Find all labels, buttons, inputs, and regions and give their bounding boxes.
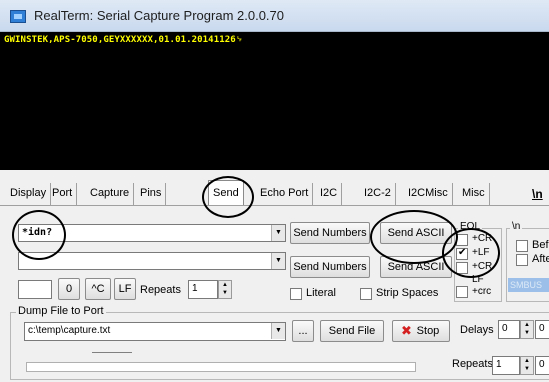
- close-icon: ✖: [401, 323, 412, 338]
- title-bar: RealTerm: Serial Capture Program 2.0.0.7…: [0, 0, 549, 32]
- delays-input[interactable]: 0: [498, 320, 520, 339]
- tab-divider: [0, 205, 549, 206]
- lf-button[interactable]: LF: [114, 278, 136, 300]
- tab-i2c-2[interactable]: I2C-2: [360, 183, 396, 205]
- app-icon: [10, 10, 26, 23]
- tab-i2c[interactable]: I2C: [316, 183, 343, 205]
- dump-file-combo[interactable]: c:\temp\capture.txt ▼: [24, 322, 286, 341]
- dump-repeats-label: Repeats: [452, 358, 493, 370]
- before-checkbox[interactable]: [516, 240, 528, 252]
- tab-misc[interactable]: Misc: [458, 183, 490, 205]
- repeats-label: Repeats: [140, 284, 181, 296]
- send-ascii-button-1[interactable]: Send ASCII: [380, 222, 452, 244]
- stop-button[interactable]: ✖ Stop: [392, 320, 450, 342]
- eol-lf2-label: LF: [472, 274, 484, 285]
- tab-capture[interactable]: Capture: [86, 183, 135, 205]
- tab-newline[interactable]: \n: [528, 183, 547, 205]
- after-label: Afte: [532, 253, 549, 265]
- chevron-down-icon[interactable]: ▼: [271, 323, 285, 339]
- eol-crc-checkbox[interactable]: [456, 286, 468, 298]
- eol-cr2-checkbox[interactable]: [456, 262, 468, 274]
- tab-port[interactable]: Port: [48, 183, 78, 205]
- send-combo-2[interactable]: ▼: [18, 252, 286, 270]
- send-numbers-button-2[interactable]: Send Numbers: [290, 256, 370, 278]
- zero-button[interactable]: 0: [58, 278, 80, 300]
- eol-lf-checkbox[interactable]: [456, 247, 468, 260]
- eol-lf-label: +LF: [472, 247, 490, 258]
- eol-crc-label: +crc: [472, 286, 492, 297]
- tab-display[interactable]: Display: [6, 183, 52, 205]
- delays-label: Delays: [460, 324, 494, 336]
- dump-repeats-spinner[interactable]: ▲ ▼: [520, 356, 534, 375]
- repeats-input[interactable]: 1: [188, 280, 218, 299]
- dump-file-path: c:\temp\capture.txt: [28, 325, 111, 336]
- dump-progress-bar: [26, 362, 416, 372]
- newline-group-title: \n: [510, 221, 523, 232]
- tab-i2cmisc[interactable]: I2CMisc: [404, 183, 453, 205]
- strip-spaces-checkbox[interactable]: [360, 288, 372, 300]
- delays-spinner[interactable]: ▲ ▼: [520, 320, 534, 339]
- delays-input-2[interactable]: 0: [535, 320, 549, 339]
- chevron-down-icon[interactable]: ▼: [271, 225, 285, 241]
- after-checkbox[interactable]: [516, 254, 528, 266]
- char-input[interactable]: [18, 280, 52, 299]
- eol-cr2-label: +CR: [472, 261, 493, 272]
- strip-spaces-label: Strip Spaces: [376, 287, 439, 299]
- send-ascii-button-2[interactable]: Send ASCII: [380, 256, 452, 278]
- eol-cr-checkbox[interactable]: [456, 234, 468, 246]
- literal-checkbox[interactable]: [290, 288, 302, 300]
- dump-file-title: Dump File to Port: [16, 305, 106, 317]
- dump-repeats-input-2[interactable]: 0: [535, 356, 549, 375]
- terminal-line: GWINSTEK,APS-7050,GEYXXXXXX,01.01.201411…: [4, 35, 244, 45]
- tab-echo-port[interactable]: Echo Port: [256, 183, 314, 205]
- smbus-field: SMBUS: [508, 278, 549, 292]
- separator-line: [92, 352, 132, 353]
- eol-cr-label: +CR: [472, 233, 493, 244]
- tab-send[interactable]: Send: [208, 180, 244, 206]
- send-file-button[interactable]: Send File: [320, 320, 384, 342]
- browse-button[interactable]: ...: [292, 320, 314, 342]
- stop-label: Stop: [416, 325, 440, 337]
- literal-label: Literal: [306, 287, 336, 299]
- terminal-display[interactable]: GWINSTEK,APS-7050,GEYXXXXXX,01.01.201411…: [0, 32, 549, 170]
- dump-repeats-input[interactable]: 1: [492, 356, 520, 375]
- send-combo-1-value: *idn?: [22, 227, 53, 238]
- repeats-spinner[interactable]: ▲ ▼: [218, 280, 232, 299]
- tab-pins[interactable]: Pins: [136, 183, 167, 205]
- chevron-down-icon[interactable]: ▼: [271, 253, 285, 269]
- before-label: Bef: [532, 239, 549, 251]
- send-numbers-button-1[interactable]: Send Numbers: [290, 222, 370, 244]
- send-combo-1[interactable]: *idn? ▼: [18, 224, 286, 242]
- ctrl-c-button[interactable]: ^C: [85, 278, 111, 300]
- window-title: RealTerm: Serial Capture Program 2.0.0.7…: [34, 8, 285, 23]
- eol-title: EOL: [458, 221, 483, 232]
